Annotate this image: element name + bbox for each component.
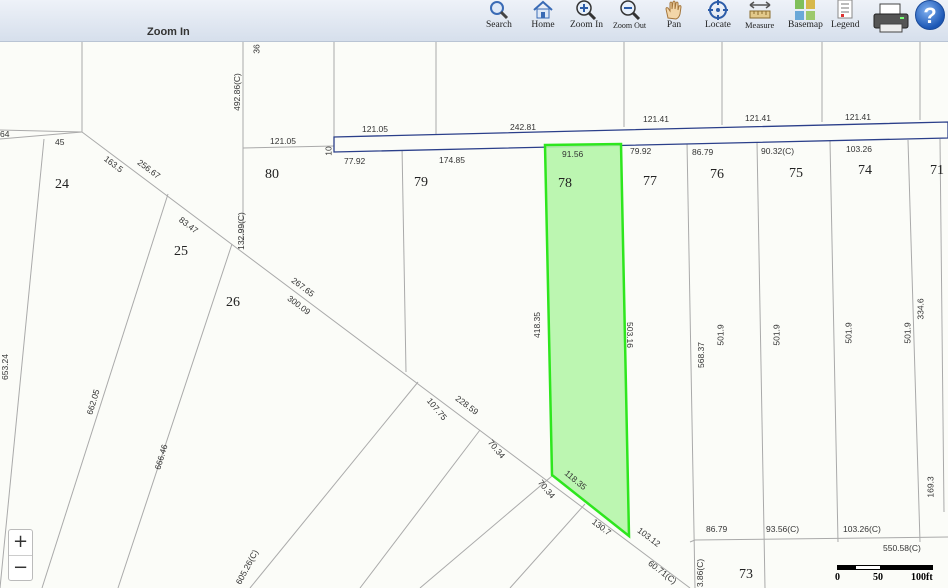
locate-label: Locate bbox=[705, 20, 731, 30]
zoom-in-icon bbox=[576, 0, 597, 20]
locate-crosshair-icon bbox=[707, 0, 728, 20]
lot-number: 71 bbox=[930, 163, 944, 178]
print-icon[interactable] bbox=[872, 2, 910, 34]
measure-button[interactable]: Measure bbox=[745, 0, 774, 36]
legend-button[interactable]: Legend bbox=[831, 0, 860, 36]
help-button[interactable]: ? bbox=[915, 0, 945, 30]
dimension-label: 418.35 bbox=[532, 312, 542, 338]
search-button[interactable]: Search bbox=[486, 0, 512, 36]
dimension-label: 91.56 bbox=[562, 149, 584, 159]
pan-hand-icon bbox=[665, 0, 682, 20]
dimension-label: 653.24 bbox=[0, 354, 10, 380]
dimension-label: 3.86(C) bbox=[695, 558, 706, 588]
lot-number: 75 bbox=[789, 166, 803, 181]
scale-bar: 0 50 100ft bbox=[835, 565, 947, 585]
lot-number: 79 bbox=[414, 175, 428, 190]
dimension-label: 121.41 bbox=[643, 114, 669, 124]
dimension-label: 501.9 bbox=[715, 324, 726, 346]
lot-number: 78 bbox=[558, 176, 572, 191]
dimension-label: 492.86(C) bbox=[231, 73, 242, 111]
dimension-label: 169.3 bbox=[925, 476, 936, 498]
dimension-label: 77.92 bbox=[344, 156, 366, 166]
lot-number: 26 bbox=[226, 295, 240, 310]
dimension-label: 550.58(C) bbox=[883, 543, 921, 553]
dimension-label: 10 bbox=[323, 146, 334, 156]
dimension-label: 334.6 bbox=[915, 298, 926, 320]
zoom-in-button[interactable]: Zoom In bbox=[570, 0, 603, 36]
measure-ruler-icon bbox=[749, 1, 771, 19]
dimension-label: 93.56(C) bbox=[766, 524, 800, 534]
lot-number: 73 bbox=[739, 567, 753, 582]
locate-button[interactable]: Locate bbox=[705, 0, 731, 36]
toolbar: Zoom In Search Home Zoom In Zoom Out Pan… bbox=[0, 0, 948, 42]
dimension-label: 501.9 bbox=[902, 322, 913, 344]
pan-button[interactable]: Pan bbox=[662, 0, 686, 36]
scale-label: 50 bbox=[873, 572, 883, 583]
legend-label: Legend bbox=[831, 20, 860, 30]
dimension-label: 501.9 bbox=[771, 324, 782, 346]
dimension-label: 86.79 bbox=[692, 147, 714, 157]
dimension-label: 503.16 bbox=[625, 322, 635, 348]
lot-number: 77 bbox=[643, 174, 657, 189]
dimension-label: 121.41 bbox=[845, 112, 871, 122]
dimension-label: 242.81 bbox=[510, 122, 536, 132]
zoom-out-icon bbox=[619, 0, 640, 20]
home-button[interactable]: Home bbox=[531, 0, 555, 36]
dimension-label: 79.92 bbox=[630, 146, 652, 156]
measure-label: Measure bbox=[745, 20, 775, 30]
dimension-label: 103.26 bbox=[846, 144, 872, 154]
dimension-label: 45 bbox=[55, 137, 65, 147]
dimension-label: 121.05 bbox=[270, 136, 296, 146]
dimension-label: 121.41 bbox=[745, 113, 771, 123]
lot-number: 80 bbox=[265, 167, 279, 182]
basemap-button[interactable]: Basemap bbox=[788, 0, 823, 36]
lot-number: 76 bbox=[710, 167, 724, 182]
dimension-label: 64 bbox=[0, 129, 10, 139]
dimension-label: 36 bbox=[251, 44, 262, 54]
dimension-label: 132.99(C) bbox=[235, 212, 246, 250]
home-icon bbox=[533, 0, 553, 19]
dimension-label: 103.26(C) bbox=[843, 524, 881, 534]
dimension-label: 501.9 bbox=[843, 322, 854, 344]
lot-number: 74 bbox=[858, 163, 872, 178]
scale-label: 0 bbox=[835, 572, 840, 583]
dimension-label: 90.32(C) bbox=[761, 146, 795, 156]
scale-label: 100ft bbox=[911, 572, 933, 583]
map-zoom-in-button[interactable]: + bbox=[9, 530, 32, 555]
home-label: Home bbox=[531, 20, 555, 30]
dimension-label: 568.37 bbox=[696, 342, 706, 368]
legend-list-icon bbox=[837, 0, 853, 19]
map-canvas[interactable]: 24 25 26 80 79 78 77 76 75 74 71 73 64 4… bbox=[0, 42, 948, 588]
zoom-control: + − bbox=[8, 529, 33, 581]
dimension-label: 86.79 bbox=[706, 524, 728, 534]
parcel-lines bbox=[0, 42, 948, 588]
search-label: Search bbox=[486, 20, 512, 30]
lot-number: 24 bbox=[55, 177, 69, 192]
map-zoom-out-button[interactable]: − bbox=[9, 555, 32, 580]
pan-label: Pan bbox=[666, 20, 682, 30]
zoom-out-button[interactable]: Zoom Out bbox=[613, 0, 646, 36]
basemap-label: Basemap bbox=[788, 20, 823, 30]
lot-number: 25 bbox=[174, 244, 188, 259]
zoom-in-label: Zoom In bbox=[570, 20, 603, 30]
dimension-label: 121.05 bbox=[362, 124, 388, 134]
basemap-grid-icon bbox=[795, 0, 816, 20]
zoom-out-label: Zoom Out bbox=[613, 21, 647, 30]
dimension-label: 174.85 bbox=[439, 155, 465, 165]
search-icon bbox=[489, 1, 508, 20]
active-tool-label: Zoom In bbox=[147, 26, 190, 38]
selected-parcel-78 bbox=[543, 142, 631, 539]
